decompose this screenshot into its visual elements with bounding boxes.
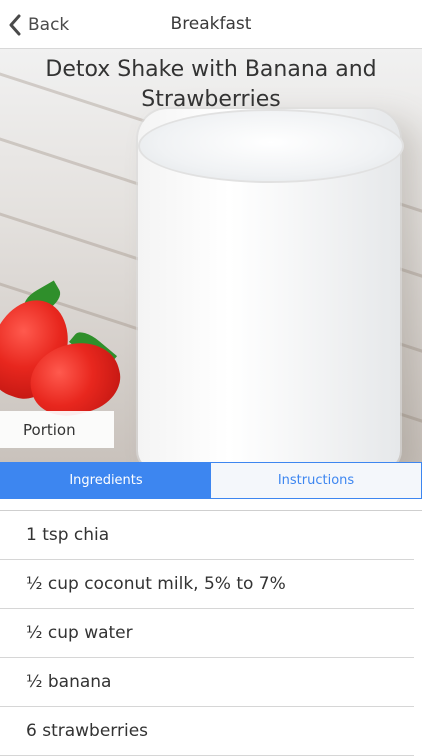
navigation-bar: Back Breakfast [0, 0, 422, 49]
ingredients-list: 1 tsp chia ½ cup coconut milk, 5% to 7% … [0, 511, 422, 756]
list-item[interactable]: ½ banana [0, 658, 414, 707]
page-title: Breakfast [170, 14, 252, 34]
tab-ingredients[interactable]: Ingredients [1, 463, 211, 498]
recipe-tabs: Ingredients Instructions [0, 462, 422, 499]
list-item[interactable]: ½ cup coconut milk, 5% to 7% [0, 560, 414, 609]
list-item[interactable]: 1 tsp chia [0, 511, 414, 560]
list-item[interactable]: 6 strawberries [0, 707, 414, 756]
recipe-hero-image: Detox Shake with Banana and Strawberries… [0, 49, 422, 462]
list-item[interactable]: ½ cup water [0, 609, 414, 658]
glass-rim [138, 109, 404, 183]
recipe-title: Detox Shake with Banana and Strawberries [45, 57, 377, 112]
portion-button[interactable]: Portion [0, 411, 114, 448]
tab-instructions[interactable]: Instructions [211, 463, 421, 498]
portion-label: Portion [23, 420, 76, 439]
